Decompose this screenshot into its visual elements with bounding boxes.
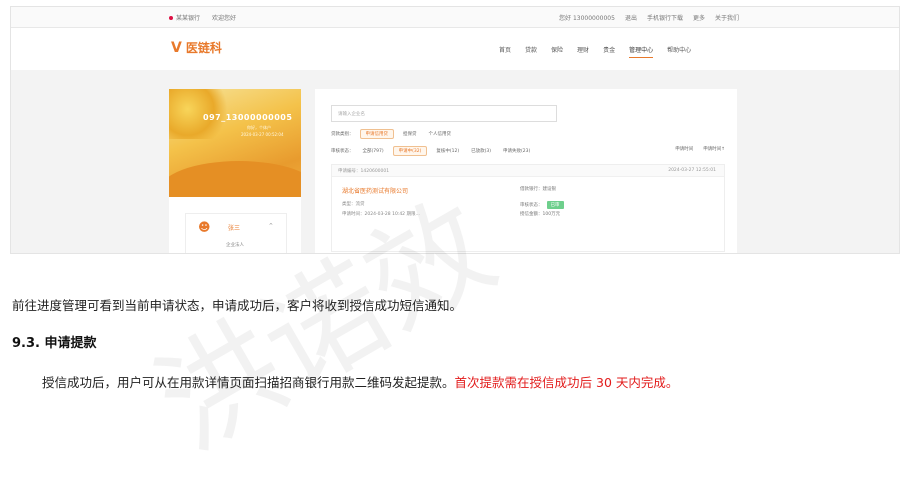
type-filter-option-0[interactable]: 申请信用贷: [359, 129, 394, 139]
record-limit: 授信金额：100万元: [520, 212, 561, 217]
status-filter-row: 审核状态： 全部(797) 申请中(32) 复核中(12) 已放款(3) 申请失…: [331, 146, 533, 156]
search-placeholder: 请输入企业名: [338, 112, 365, 117]
progress-panel: 请输入企业名 贷款类别： 申请信用贷 担保贷 个人信用贷 审核状态： 全部(79…: [315, 89, 737, 253]
application-record[interactable]: 申请编号：1420600001 2024-03-27 12:55:01 湖北省医…: [331, 164, 725, 252]
status-filter-option-2[interactable]: 复核中(12): [433, 147, 462, 155]
nav-item-6[interactable]: 帮助中心: [667, 45, 691, 58]
user-avatar-icon: ☻: [198, 220, 211, 234]
withdrawal-text: 授信成功后，用户可从在用款详情页面扫描招商银行用款二维码发起提款。: [42, 375, 455, 390]
sort-controls: 申请时间 申请时间↑: [675, 146, 725, 152]
topbar-right-item-0: 您好 13000000005: [559, 15, 615, 22]
record-time: 2024-03-27 12:55:01: [668, 168, 716, 173]
status-filter-option-4[interactable]: 申请失败(23): [500, 147, 533, 155]
status-filter-label: 审核状态：: [331, 149, 354, 154]
record-type: 类型：流贷: [342, 202, 365, 207]
type-filter-label: 贷款类别：: [331, 132, 354, 137]
withdrawal-deadline-warning: 首次提款需在授信成功后 30 天内完成。: [454, 375, 679, 390]
status-filter-option-1[interactable]: 申请中(32): [392, 146, 428, 156]
record-company[interactable]: 湖北省医药测试有限公司: [342, 186, 408, 195]
type-filter-row: 贷款类别： 申请信用贷 担保贷 个人信用贷: [331, 129, 454, 139]
company-search-input[interactable]: 请输入企业名: [331, 105, 557, 122]
topbar-right-item-3[interactable]: 更多: [693, 13, 705, 22]
brand-logo[interactable]: V 医链科: [171, 39, 222, 56]
topbar-left-item-1: 欢迎您好: [212, 15, 237, 22]
sort-option-1[interactable]: 申请时间↑: [703, 146, 725, 152]
topbar-left-item-0-label: 某某银行: [176, 15, 201, 22]
record-apply-time: 申请时间：2024-03-28 10:42 期限...: [342, 212, 420, 217]
topbar-right-item-4[interactable]: 关于我们: [715, 13, 739, 22]
nav-item-5[interactable]: 管理中心: [629, 45, 654, 58]
brand-name: 医链科: [185, 41, 222, 55]
nav-item-1[interactable]: 贷款: [525, 45, 537, 58]
type-filter-option-1[interactable]: 担保贷: [400, 130, 420, 138]
topbar-left-item-0[interactable]: 某某银行: [169, 13, 200, 22]
site-topbar: 某某银行 欢迎您好 您好 13000000005 退出 手机银行下载 更多 关于…: [11, 7, 899, 28]
sort-option-0[interactable]: 申请时间: [675, 146, 693, 152]
user-name: 张三: [228, 225, 241, 232]
account-number: 097_13000000005: [203, 113, 293, 122]
status-filter-option-3[interactable]: 已放款(3): [468, 147, 494, 155]
type-filter-option-2[interactable]: 个人信用贷: [426, 130, 455, 138]
nav-item-3[interactable]: 理财: [577, 45, 589, 58]
record-status-label: 审核状态：: [520, 203, 543, 208]
withdrawal-paragraph: 授信成功后，用户可从在用款详情页面扫描招商银行用款二维码发起提款。首次提款需在授…: [42, 372, 678, 391]
user-menu[interactable]: ☻ 张三 ⌃ 企业法人: [185, 213, 287, 253]
section-heading: 9.3. 申请提款: [12, 336, 97, 351]
hill-illustration: [169, 161, 301, 197]
user-role: 企业法人: [226, 243, 244, 248]
embedded-screenshot: 某某银行 欢迎您好 您好 13000000005 退出 手机银行下载 更多 关于…: [10, 6, 900, 254]
record-status-row: 审核状态： 已审: [520, 201, 564, 209]
account-sub2: 2024-03-27 00:52:04: [241, 132, 284, 137]
instruction-paragraph: 前往进度管理可看到当前申请状态，申请成功后，客户将收到授信成功短信通知。: [12, 298, 463, 313]
record-header: 申请编号：1420600001 2024-03-27 12:55:01: [332, 165, 724, 177]
account-sub1: 你好，个体户: [247, 125, 271, 130]
location-dot-icon: [169, 16, 173, 20]
topbar-right-item-2[interactable]: 手机银行下载: [647, 13, 683, 22]
nav-item-0[interactable]: 首页: [499, 45, 511, 58]
main-nav: 首页 贷款 保险 理财 贵金 管理中心 帮助中心: [499, 45, 691, 58]
chevron-up-icon[interactable]: ⌃: [268, 222, 274, 230]
nav-item-4[interactable]: 贵金: [603, 45, 615, 58]
record-bank: 借款银行：建设银: [520, 187, 556, 192]
brand-mark-icon: V: [171, 39, 182, 56]
status-filter-option-0[interactable]: 全部(797): [360, 147, 387, 155]
nav-item-2[interactable]: 保险: [551, 45, 563, 58]
record-id: 申请编号：1420600001: [338, 169, 390, 174]
status-badge: 已审: [546, 201, 564, 209]
account-card: 097_13000000005 你好，个体户 2024-03-27 00:52:…: [169, 89, 301, 253]
site-header: V 医链科 首页 贷款 保险 理财 贵金 管理中心 帮助中心: [11, 28, 899, 70]
account-banner: 097_13000000005 你好，个体户 2024-03-27 00:52:…: [169, 89, 301, 197]
topbar-right-item-1[interactable]: 退出: [625, 13, 637, 22]
